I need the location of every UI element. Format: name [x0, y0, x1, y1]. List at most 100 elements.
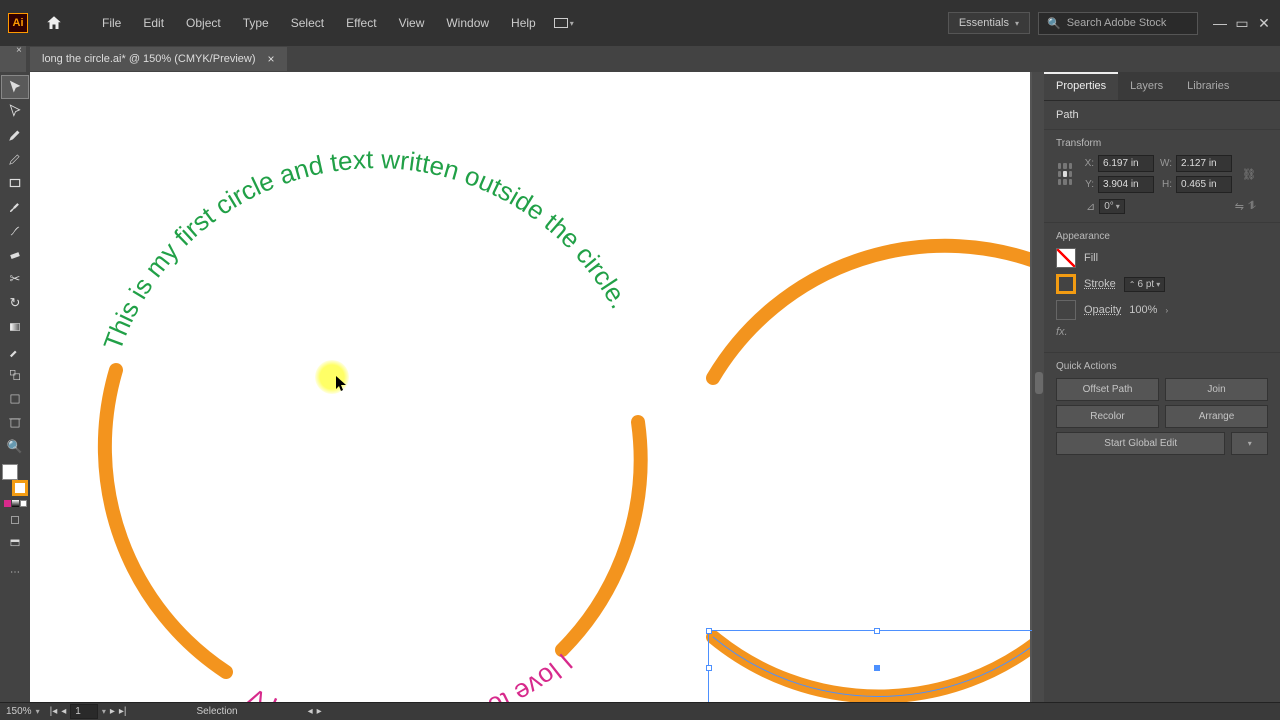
collapse-toolbar-icon[interactable]: ×	[16, 45, 22, 56]
gradient-tool[interactable]	[2, 316, 28, 338]
stroke-swatch-panel[interactable]	[1056, 274, 1076, 294]
opacity-dropdown-icon[interactable]: ›	[1165, 306, 1168, 315]
rectangle-tool[interactable]	[2, 172, 28, 194]
fill-swatch[interactable]	[2, 464, 18, 480]
y-label: Y:	[1080, 179, 1094, 190]
arrange-documents-button[interactable]: ▾	[550, 16, 578, 30]
sel-center	[874, 665, 880, 671]
x-label: X:	[1080, 158, 1094, 169]
zoom-tool[interactable]: 🔍	[2, 436, 28, 458]
artboard-first-icon[interactable]: |◂	[50, 706, 58, 717]
workspace-switcher[interactable]: Essentials ▾	[948, 12, 1030, 34]
minimize-button[interactable]: —	[1212, 15, 1228, 31]
scale-tool[interactable]	[2, 364, 28, 386]
artboard-next-icon[interactable]: ▸	[110, 706, 115, 717]
recolor-button[interactable]: Recolor	[1056, 405, 1159, 428]
flip-vertical-icon[interactable]: ⥮	[1248, 200, 1256, 213]
main-menu: File Edit Object Type Select Effect View…	[92, 12, 546, 34]
drawing-mode[interactable]	[2, 509, 28, 531]
bottom-path-text[interactable]: I love to watch movies on TV	[242, 647, 579, 702]
menu-view[interactable]: View	[389, 12, 435, 34]
tab-properties[interactable]: Properties	[1044, 72, 1118, 100]
w-label: W:	[1158, 158, 1172, 169]
color-mode-row[interactable]	[4, 500, 27, 507]
search-input[interactable]: 🔍 Search Adobe Stock	[1038, 12, 1198, 35]
y-input[interactable]	[1098, 176, 1154, 193]
tab-libraries[interactable]: Libraries	[1175, 72, 1241, 100]
zoom-level[interactable]: 150%▾	[6, 706, 40, 717]
menu-help[interactable]: Help	[501, 12, 546, 34]
fx-icon[interactable]: fx.	[1056, 326, 1068, 338]
menu-edit[interactable]: Edit	[133, 12, 174, 34]
menu-type[interactable]: Type	[233, 12, 279, 34]
free-transform-tool[interactable]	[2, 388, 28, 410]
sel-handle-n[interactable]	[874, 628, 880, 634]
app-icon: Ai	[8, 13, 28, 33]
selection-tool[interactable]	[2, 76, 28, 98]
hscroll-right-icon[interactable]: ▸	[317, 706, 322, 717]
stroke-swatch[interactable]	[12, 480, 28, 496]
menu-select[interactable]: Select	[281, 12, 334, 34]
join-button[interactable]: Join	[1165, 378, 1268, 401]
search-placeholder: Search Adobe Stock	[1067, 17, 1167, 29]
appearance-title: Appearance	[1056, 231, 1256, 242]
menu-object[interactable]: Object	[176, 12, 231, 34]
close-tab-icon[interactable]: ×	[268, 52, 275, 66]
search-icon: 🔍	[1047, 17, 1061, 30]
sel-handle-nw[interactable]	[706, 628, 712, 634]
home-button[interactable]	[40, 9, 68, 37]
document-tab[interactable]: long the circle.ai* @ 150% (CMYK/Preview…	[30, 47, 287, 71]
document-tabbar: × long the circle.ai* @ 150% (CMYK/Previ…	[0, 46, 1280, 72]
direct-selection-tool[interactable]	[2, 100, 28, 122]
eyedropper-tool[interactable]	[2, 340, 28, 362]
arc-lower-left	[105, 370, 226, 672]
paintbrush-tool[interactable]	[2, 196, 28, 218]
tab-layers[interactable]: Layers	[1118, 72, 1175, 100]
rotate-input[interactable]: 0°▾	[1099, 199, 1125, 214]
reference-point[interactable]	[1056, 161, 1074, 187]
lock-aspect-icon[interactable]: ⛓	[1242, 168, 1256, 181]
artboard-tool[interactable]	[2, 412, 28, 434]
fill-swatch-panel[interactable]	[1056, 248, 1076, 268]
artboard[interactable]: This is my first circle and text written…	[30, 72, 1030, 702]
fill-label: Fill	[1084, 252, 1098, 264]
global-edit-dropdown[interactable]: ▾	[1231, 432, 1268, 455]
curvature-tool[interactable]	[2, 148, 28, 170]
x-input[interactable]	[1098, 155, 1154, 172]
fill-stroke-control[interactable]	[2, 464, 28, 496]
edit-toolbar[interactable]: ⋯	[10, 567, 20, 578]
offset-path-button[interactable]: Offset Path	[1056, 378, 1159, 401]
rotate-tool[interactable]: ↻	[2, 292, 28, 314]
flip-horizontal-icon[interactable]: ⇋	[1235, 200, 1244, 213]
opacity-swatch[interactable]	[1056, 300, 1076, 320]
maximize-button[interactable]: ▭	[1234, 15, 1250, 31]
top-path-text[interactable]: This is my first circle and text written…	[97, 144, 635, 354]
artboard-prev-icon[interactable]: ◂	[61, 706, 66, 717]
h-input[interactable]	[1176, 176, 1232, 193]
transform-title: Transform	[1056, 138, 1256, 149]
canvas-viewport[interactable]: This is my first circle and text written…	[30, 72, 1044, 702]
vertical-scrollbar[interactable]	[1032, 72, 1044, 702]
artboard-last-icon[interactable]: ▸|	[119, 706, 127, 717]
eraser-tool[interactable]	[2, 244, 28, 266]
scissors-tool[interactable]: ✂	[2, 268, 28, 290]
stroke-weight-input[interactable]: ⌃6 pt▾	[1124, 277, 1165, 292]
selection-bounds[interactable]	[708, 630, 1044, 702]
sel-handle-w[interactable]	[706, 665, 712, 671]
panel-tabs: Properties Layers Libraries	[1044, 72, 1280, 101]
arrange-button[interactable]: Arrange	[1165, 405, 1268, 428]
menu-file[interactable]: File	[92, 12, 131, 34]
current-tool-label[interactable]: Selection	[196, 706, 237, 717]
screen-mode[interactable]	[2, 533, 28, 555]
close-window-button[interactable]: ✕	[1256, 15, 1272, 31]
shaper-tool[interactable]	[2, 220, 28, 242]
w-input[interactable]	[1176, 155, 1232, 172]
opacity-value[interactable]: 100%	[1129, 304, 1157, 316]
menu-effect[interactable]: Effect	[336, 12, 386, 34]
global-edit-button[interactable]: Start Global Edit	[1056, 432, 1225, 455]
pen-tool[interactable]	[2, 124, 28, 146]
vertical-scroll-thumb[interactable]	[1035, 372, 1043, 394]
artboard-number[interactable]: 1	[70, 704, 98, 719]
hscroll-left-icon[interactable]: ◂	[308, 706, 313, 717]
menu-window[interactable]: Window	[436, 12, 499, 34]
